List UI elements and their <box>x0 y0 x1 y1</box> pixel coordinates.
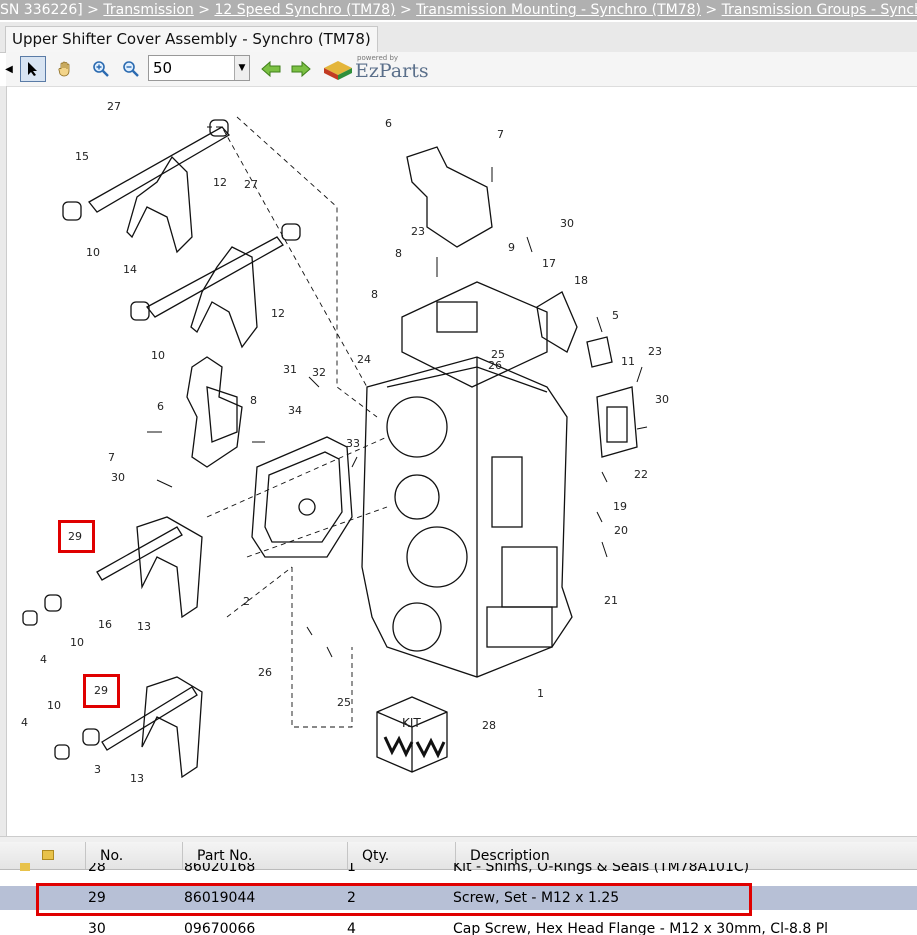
callout[interactable]: 33 <box>346 437 360 450</box>
callout[interactable]: 30 <box>560 217 574 230</box>
pan-hand-icon[interactable] <box>52 56 78 82</box>
highlight-box <box>83 674 120 708</box>
callout[interactable]: 13 <box>137 620 151 633</box>
folder-icon <box>42 850 54 860</box>
left-panel-edge <box>0 86 7 836</box>
parts-table: No. Part No. Qty. Description 28 8602016… <box>0 842 917 935</box>
table-row[interactable]: 28 86020168 1 Kit - Shims, O-Rings & Sea… <box>0 863 917 879</box>
callout[interactable]: 4 <box>21 716 28 729</box>
callout[interactable]: 30 <box>111 471 125 484</box>
cell-no: 30 <box>88 921 106 935</box>
callout[interactable]: 3 <box>94 763 101 776</box>
tab-upper-shifter-cover[interactable]: Upper Shifter Cover Assembly - Synchro (… <box>5 26 378 52</box>
breadcrumb: SN 336226] > Transmission > 12 Speed Syn… <box>0 0 917 22</box>
breadcrumb-link-transmission[interactable]: Transmission <box>103 2 193 18</box>
callout[interactable]: 10 <box>86 246 100 259</box>
cell-qty: 1 <box>347 863 356 875</box>
callout[interactable]: 19 <box>613 500 627 513</box>
chevron-down-icon[interactable]: ▼ <box>234 56 249 80</box>
forward-arrow-icon[interactable] <box>288 56 314 82</box>
pointer-icon[interactable] <box>20 56 46 82</box>
callout[interactable]: 10 <box>70 636 84 649</box>
breadcrumb-link-groups[interactable]: Transmission Groups - Synch <box>722 2 917 18</box>
callout[interactable]: 14 <box>123 263 137 276</box>
back-arrow-icon[interactable] <box>258 56 284 82</box>
callout[interactable]: 5 <box>612 309 619 322</box>
kit-label: KIT <box>402 716 421 730</box>
callout[interactable]: 26 <box>488 359 502 372</box>
callout[interactable]: 12 <box>271 307 285 320</box>
cell-part-no: 86020168 <box>184 863 256 875</box>
callout[interactable]: 8 <box>250 394 257 407</box>
callout[interactable]: 25 <box>337 696 351 709</box>
exploded-view-drawing <box>22 116 648 779</box>
callout[interactable]: 31 <box>283 363 297 376</box>
callout[interactable]: 8 <box>371 288 378 301</box>
callout[interactable]: 2 <box>243 595 250 608</box>
callout[interactable]: 32 <box>312 366 326 379</box>
callout[interactable]: 15 <box>75 150 89 163</box>
highlight-box <box>36 883 752 916</box>
breadcrumb-link-12-speed[interactable]: 12 Speed Synchro (TM78) <box>214 2 395 18</box>
callout[interactable]: 11 <box>621 355 635 368</box>
callout[interactable]: 12 <box>213 176 227 189</box>
callout[interactable]: 16 <box>98 618 112 631</box>
callout[interactable]: 4 <box>40 653 47 666</box>
cell-qty: 4 <box>347 921 356 935</box>
cell-no: 28 <box>88 863 106 875</box>
scroll-left-icon[interactable]: ◀ <box>4 56 14 82</box>
breadcrumb-link-mounting[interactable]: Transmission Mounting - Synchro (TM78) <box>416 2 701 18</box>
zoom-select[interactable]: 50 ▼ <box>148 55 250 81</box>
parts-diagram[interactable]: 27 15 12 27 10 14 12 10 6 8 31 32 34 7 3… <box>7 87 917 835</box>
callout[interactable]: 7 <box>108 451 115 464</box>
callout[interactable]: 6 <box>157 400 164 413</box>
callout[interactable]: 30 <box>655 393 669 406</box>
zoom-value: 50 <box>153 59 173 77</box>
callout[interactable]: 13 <box>130 772 144 785</box>
breadcrumb-separator: > <box>193 2 215 18</box>
brand-tagline: powered by <box>357 54 399 62</box>
callout[interactable]: 23 <box>648 345 662 358</box>
ezparts-logo-icon <box>322 56 354 86</box>
callout[interactable]: 23 <box>411 225 425 238</box>
callout[interactable]: 21 <box>604 594 618 607</box>
callout[interactable]: 24 <box>357 353 371 366</box>
callout[interactable]: 8 <box>395 247 402 260</box>
callout[interactable]: 26 <box>258 666 272 679</box>
callout[interactable]: 22 <box>634 468 648 481</box>
callout[interactable]: 9 <box>508 241 515 254</box>
callout[interactable]: 27 <box>107 100 121 113</box>
brand-logo: powered by EzParts <box>355 54 429 82</box>
callout[interactable]: 7 <box>497 128 504 141</box>
highlight-box <box>58 520 95 553</box>
callout[interactable]: 34 <box>288 404 302 417</box>
table-row[interactable]: 30 09670066 4 Cap Screw, Hex Head Flange… <box>0 914 917 935</box>
breadcrumb-prefix: SN 336226] > <box>0 2 104 18</box>
callout[interactable]: 10 <box>151 349 165 362</box>
callout[interactable]: 6 <box>385 117 392 130</box>
callout[interactable]: 1 <box>537 687 544 700</box>
cell-part-no: 09670066 <box>184 921 256 935</box>
callout[interactable]: 18 <box>574 274 588 287</box>
cell-description: Kit - Shims, O-Rings & Seals (TM78A101C) <box>453 863 750 875</box>
callout[interactable]: 27 <box>244 178 258 191</box>
zoom-out-icon[interactable] <box>118 56 144 82</box>
breadcrumb-separator: > <box>395 2 417 18</box>
viewer-toolbar: ◀ <box>4 52 917 87</box>
callout[interactable]: 28 <box>482 719 496 732</box>
brand-name: EzParts <box>355 60 429 82</box>
breadcrumb-separator: > <box>700 2 722 18</box>
callout[interactable]: 17 <box>542 257 556 270</box>
tab-bar: Upper Shifter Cover Assembly - Synchro (… <box>0 22 917 53</box>
zoom-in-icon[interactable] <box>88 56 114 82</box>
cell-description: Cap Screw, Hex Head Flange - M12 x 30mm,… <box>453 921 829 935</box>
folder-icon <box>20 863 30 871</box>
callout[interactable]: 20 <box>614 524 628 537</box>
callout[interactable]: 10 <box>47 699 61 712</box>
